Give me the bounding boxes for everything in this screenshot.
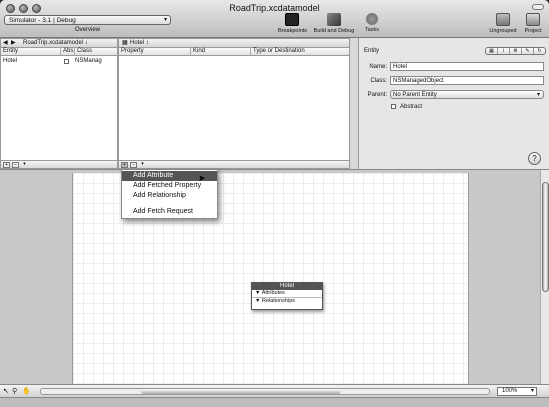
horizontal-scroll-thumb[interactable] [141, 389, 341, 394]
entity-selector-icon: ▦ [122, 40, 128, 46]
tab-config-icon[interactable]: ✎ [522, 48, 534, 54]
property-column-header: Property Kind Type or Destination [119, 48, 349, 56]
tab-info-icon[interactable]: i [498, 48, 510, 54]
row-entity-name: Hotel [3, 58, 18, 64]
column-class[interactable]: Class [75, 48, 117, 56]
xcode-window: RoadTrip.xcdatamodel Simulator - 3.1 | D… [0, 0, 549, 407]
forward-arrow-icon[interactable]: ▶ [11, 39, 16, 47]
overview-popup-value: Simulator - 3.1 | Debug [9, 17, 76, 24]
popup-arrows-icon: ▾ [536, 92, 540, 98]
overview-label: Overview [74, 27, 100, 33]
zoom-popup[interactable]: 100% ▾ [497, 387, 537, 396]
tasks-label: Tasks [364, 27, 380, 33]
vertical-scrollbar[interactable] [540, 170, 549, 385]
stop-icon [366, 13, 378, 25]
vertical-scroll-thumb[interactable] [542, 182, 549, 292]
ungrouped-icon [496, 13, 510, 26]
entity-menu-arrow-icon[interactable]: ▾ [21, 162, 28, 168]
relationships-label: Relationships [261, 298, 296, 304]
project-icon [526, 13, 540, 26]
overview-popup[interactable]: Simulator - 3.1 | Debug ▾ [4, 15, 171, 25]
hammer-icon [327, 13, 341, 26]
column-type[interactable]: Type or Destination [251, 48, 349, 56]
toolbar-toggle-pill[interactable] [532, 4, 544, 10]
parent-popup[interactable]: No Parent Entity ▾ [390, 90, 544, 99]
row-class-name: NSManag [75, 58, 102, 64]
column-kind[interactable]: Kind [191, 48, 251, 56]
ungrouped-label: Ungrouped [489, 28, 517, 34]
project-label: Project [524, 28, 542, 34]
abstract-checkbox[interactable] [64, 59, 69, 64]
entity-pane: ◀ ▶ RoadTrip.xcdatamodel ↕ Entity Abs Cl… [0, 38, 118, 169]
menu-item-add-fetch-request[interactable]: Add Fetch Request [122, 207, 217, 217]
entity-column-header: Entity Abs Class [1, 48, 117, 56]
back-arrow-icon[interactable]: ◀ [3, 39, 8, 47]
disclosure-triangle-icon: ▼ [255, 290, 261, 296]
disclosure-triangle-icon: ▼ [255, 298, 261, 304]
build-and-debug-button[interactable]: Build and Debug [310, 13, 358, 34]
relationships-section[interactable]: ▼ Relationships [252, 298, 322, 305]
inspector-heading: Entity [364, 48, 380, 54]
class-label: Class: [370, 78, 387, 84]
abstract-label: Abstract [400, 104, 423, 110]
tab-tools-icon[interactable]: ⚙ [510, 48, 522, 54]
column-abstract[interactable]: Abs [61, 48, 75, 56]
parent-popup-value: No Parent Entity [393, 92, 437, 98]
horizontal-scrollbar[interactable] [40, 388, 490, 395]
hotel-entity-box[interactable]: Hotel ▼ Attributes ▼ Relationships [251, 282, 323, 310]
popup-arrows-icon: ▾ [530, 388, 534, 394]
name-label: Name: [369, 64, 387, 70]
property-navbar: ▦ Hotel ↕ [119, 39, 349, 48]
remove-entity-button[interactable]: − [12, 162, 19, 168]
attributes-section[interactable]: ▼ Attributes [252, 290, 322, 298]
tab-general-icon[interactable]: ▦ [486, 48, 498, 54]
mouse-pointer-icon: ➤ [198, 173, 206, 183]
project-button[interactable]: Project [521, 13, 545, 34]
column-property[interactable]: Property [119, 48, 191, 56]
entity-popup[interactable]: Hotel ↕ [130, 39, 149, 47]
property-menu-arrow-icon[interactable]: ▾ [139, 162, 146, 168]
entity-box-title: Hotel [252, 283, 322, 290]
table-row[interactable]: Hotel NSManag [3, 58, 115, 66]
breakpoints-button[interactable]: Breakpoints [278, 13, 308, 34]
class-field[interactable]: NSManagedObject [390, 76, 544, 85]
name-field[interactable]: Hotel [390, 62, 544, 71]
hand-tool-icon[interactable]: ✋ [22, 387, 31, 395]
titlebar: RoadTrip.xcdatamodel Simulator - 3.1 | D… [0, 0, 549, 38]
zoom-value: 100% [502, 388, 518, 394]
diagram-area: Hotel ▼ Attributes ▼ Relationships [0, 169, 549, 385]
column-entity[interactable]: Entity [1, 48, 61, 56]
remove-property-button[interactable]: − [130, 162, 137, 168]
menu-item-add-relationship[interactable]: Add Relationship [122, 191, 217, 201]
build-debug-label: Build and Debug [313, 28, 355, 34]
attributes-label: Attributes [261, 290, 285, 296]
status-bar [0, 397, 549, 407]
abstract-entity-checkbox[interactable] [391, 104, 396, 109]
help-button[interactable]: ? [528, 152, 541, 165]
pointer-tool-icon[interactable]: ↖ [3, 387, 9, 395]
tasks-button[interactable]: Tasks [362, 13, 382, 33]
zoom-tool-icon[interactable]: ⚲ [12, 387, 17, 395]
diagram-footer: ↖ ⚲ ✋ 100% ▾ [0, 384, 549, 397]
tab-sync-icon[interactable]: ↻ [534, 48, 545, 54]
add-property-button[interactable]: + [121, 162, 128, 168]
entity-bottom-bar: + − ▾ [1, 160, 117, 168]
add-entity-button[interactable]: + [3, 162, 10, 168]
file-popup[interactable]: RoadTrip.xcdatamodel ↕ [23, 39, 88, 47]
window-title: RoadTrip.xcdatamodel [229, 3, 320, 13]
inspector-tabs: ▦ i ⚙ ✎ ↻ [485, 47, 546, 55]
ungrouped-button[interactable]: Ungrouped [488, 13, 518, 34]
property-bottom-bar: + − ▾ [119, 160, 349, 168]
entity-inspector: Entity ▦ i ⚙ ✎ ↻ Name: Hotel Class: NSMa… [358, 38, 549, 169]
breakpoints-label: Breakpoints [278, 28, 308, 34]
property-pane: ▦ Hotel ↕ Property Kind Type or Destinat… [118, 38, 350, 169]
popup-arrows-icon: ▾ [163, 17, 167, 23]
parent-label: Parent: [367, 92, 387, 98]
breakpoints-icon [285, 13, 299, 26]
entity-navbar: ◀ ▶ RoadTrip.xcdatamodel ↕ [1, 39, 117, 48]
